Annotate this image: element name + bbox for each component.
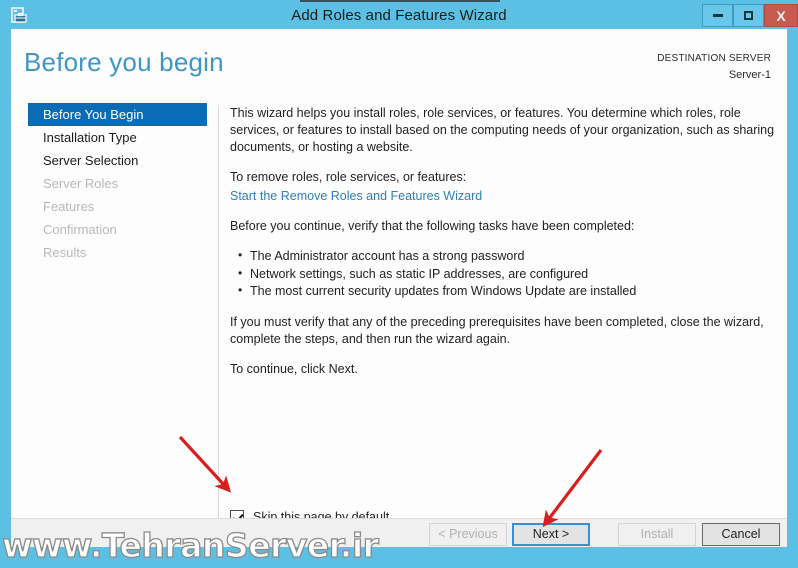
previous-button[interactable]: < Previous xyxy=(429,523,507,546)
sidebar-item-label: Server Selection xyxy=(43,153,139,168)
continue-note: To continue, click Next. xyxy=(230,361,358,376)
verify-prompt: Before you continue, verify that the fol… xyxy=(230,219,635,233)
next-button[interactable]: Next > xyxy=(512,523,590,546)
sidebar-item-server-roles: Server Roles xyxy=(11,172,207,195)
close-icon: X xyxy=(776,7,786,24)
wizard-content: This wizard helps you install roles, rol… xyxy=(230,105,775,391)
minimize-button[interactable] xyxy=(702,4,733,27)
clipped-background-window xyxy=(300,0,500,2)
destination-server-block: DESTINATION SERVER Server-1 xyxy=(657,52,771,82)
sidebar-item-label: Results xyxy=(43,245,87,260)
sidebar-item-label: Confirmation xyxy=(43,222,117,237)
maximize-icon xyxy=(744,11,753,20)
wizard-step-nav: Before You Begin Installation Type Serve… xyxy=(11,103,207,523)
remove-roles-wizard-link[interactable]: Start the Remove Roles and Features Wiza… xyxy=(230,189,482,203)
install-button[interactable]: Install xyxy=(618,523,696,546)
page-header: Before you begin DESTINATION SERVER Serv… xyxy=(11,29,787,99)
close-button[interactable]: X xyxy=(764,4,798,27)
title-bar[interactable]: Add Roles and Features Wizard X xyxy=(0,3,798,28)
sidebar-item-label: Server Roles xyxy=(43,176,119,191)
sidebar-item-features: Features xyxy=(11,195,207,218)
sidebar-item-label: Features xyxy=(43,199,95,214)
remove-prompt: To remove roles, role services, or featu… xyxy=(230,170,467,184)
list-item: Network settings, such as static IP addr… xyxy=(238,265,775,284)
sidebar-item-server-selection[interactable]: Server Selection xyxy=(11,149,207,172)
intro-paragraph: This wizard helps you install roles, rol… xyxy=(230,106,775,154)
sidebar-divider xyxy=(218,107,219,519)
sidebar-item-before-you-begin[interactable]: Before You Begin xyxy=(28,103,207,126)
cancel-button[interactable]: Cancel xyxy=(702,523,780,546)
sidebar-item-results: Results xyxy=(11,241,207,264)
destination-server-value: Server-1 xyxy=(728,69,771,81)
sidebar-item-installation-type[interactable]: Installation Type xyxy=(11,126,207,149)
prerequisite-note: If you must verify that any of the prece… xyxy=(230,314,764,346)
maximize-button[interactable] xyxy=(733,4,764,27)
wizard-window: Add Roles and Features Wizard X Before y… xyxy=(0,0,798,568)
minimize-icon xyxy=(712,14,723,17)
list-item: The Administrator account has a strong p… xyxy=(238,247,775,266)
page-title: Before you begin xyxy=(24,47,224,77)
site-watermark: www.TehranServer.ir xyxy=(1,525,379,565)
sidebar-item-label: Before You Begin xyxy=(43,107,144,122)
server-toolbox-icon xyxy=(10,7,28,25)
destination-server-label: DESTINATION SERVER xyxy=(657,53,771,64)
window-title: Add Roles and Features Wizard xyxy=(291,7,507,24)
list-item: The most current security updates from W… xyxy=(238,282,775,301)
prerequisite-task-list: The Administrator account has a strong p… xyxy=(230,247,775,301)
sidebar-item-confirmation: Confirmation xyxy=(11,218,207,241)
wizard-client-area: Before you begin DESTINATION SERVER Serv… xyxy=(11,29,787,547)
sidebar-item-label: Installation Type xyxy=(43,130,137,145)
